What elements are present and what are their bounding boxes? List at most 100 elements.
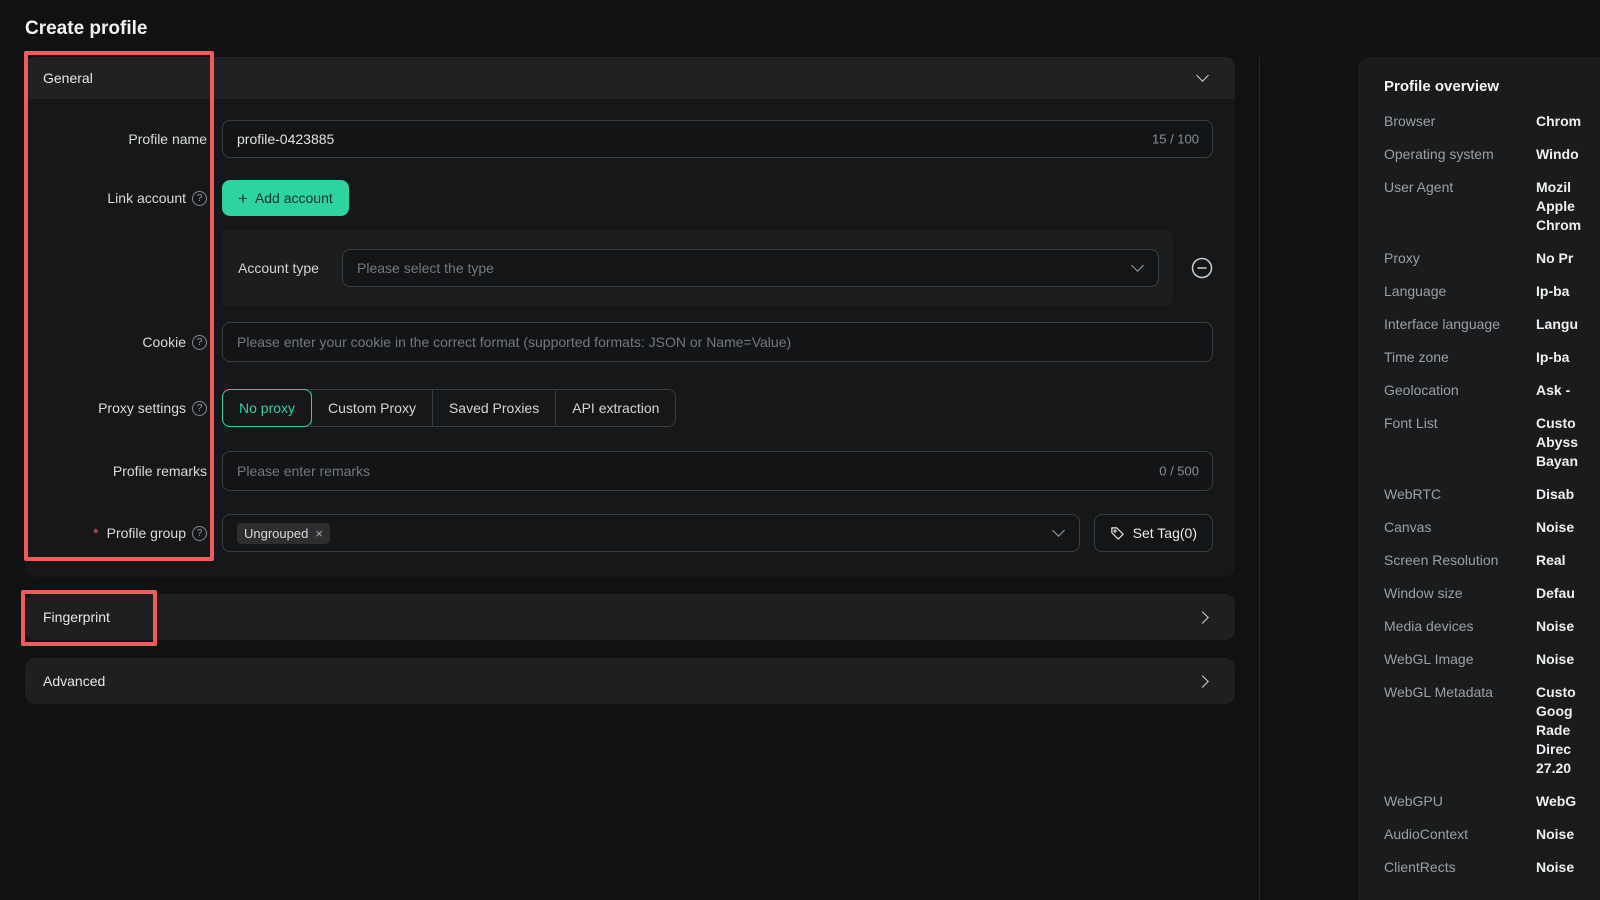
plus-icon: + [238, 190, 248, 207]
overview-row-label: Time zone [1384, 348, 1536, 367]
overview-row-label: WebGL Metadata [1384, 683, 1536, 778]
help-icon[interactable]: ? [192, 191, 207, 206]
overview-row: Geolocation Ask - [1384, 381, 1600, 400]
overview-row: Operating system Windo [1384, 145, 1600, 164]
profile-remarks-input[interactable] [222, 451, 1213, 491]
overview-row: WebGL Metadata Custo Goog Rade Direc 27.… [1384, 683, 1600, 778]
add-account-button-label: Add account [255, 190, 333, 206]
overview-row: Canvas Noise [1384, 518, 1600, 537]
overview-row-value: Disab [1536, 485, 1574, 504]
set-tag-button[interactable]: Set Tag(0) [1094, 514, 1213, 552]
chevron-down-icon [1052, 524, 1065, 537]
overview-row-label: User Agent [1384, 178, 1536, 235]
profile-remarks-counter: 0 / 500 [1159, 464, 1199, 479]
profile-overview-panel: Profile overview Browser Chrom Operating… [1358, 57, 1600, 900]
overview-row-label: Language [1384, 282, 1536, 301]
overview-row-value: Chrom [1536, 112, 1581, 131]
overview-row-label: Operating system [1384, 145, 1536, 164]
overview-row: User Agent Mozil Apple Chrom [1384, 178, 1600, 235]
cookie-label: Cookie ? [25, 334, 207, 350]
profile-name-label-text: Profile name [128, 131, 207, 147]
help-icon[interactable]: ? [192, 526, 207, 541]
overview-row-value: Windo [1536, 145, 1579, 164]
proxy-settings-label: Proxy settings ? [25, 400, 207, 416]
cookie-label-text: Cookie [142, 334, 186, 350]
overview-row-label: Screen Resolution [1384, 551, 1536, 570]
chevron-down-icon [1196, 69, 1209, 82]
overview-row-value: Noise [1536, 650, 1574, 669]
tag-icon [1110, 526, 1125, 541]
overview-row: WebRTC Disab [1384, 485, 1600, 504]
overview-row-label: WebGPU [1384, 792, 1536, 811]
overview-row-label: WebGL Image [1384, 650, 1536, 669]
proxy-tab-group: No proxy Custom Proxy Saved Proxies API … [222, 389, 676, 427]
section-header-general[interactable]: General [25, 57, 1235, 99]
account-panel: Account type Please select the type [222, 230, 1173, 306]
set-tag-button-label: Set Tag(0) [1133, 525, 1197, 541]
overview-row-value: Noise [1536, 518, 1574, 537]
overview-row: WebGL Image Noise [1384, 650, 1600, 669]
section-label-fingerprint: Fingerprint [43, 609, 110, 625]
row-proxy-settings: Proxy settings ? No proxy Custom Proxy S… [25, 389, 1235, 427]
overview-row: Interface language Langu [1384, 315, 1600, 334]
row-profile-name: Profile name 15 / 100 [25, 120, 1235, 158]
proxy-tab-api-extraction[interactable]: API extraction [555, 390, 675, 426]
account-type-placeholder: Please select the type [357, 260, 494, 276]
overview-row-value: Ip-ba [1536, 282, 1569, 301]
group-chip-label: Ungrouped [244, 526, 308, 541]
proxy-tab-custom-proxy[interactable]: Custom Proxy [311, 390, 432, 426]
row-link-account: Link account ? + Add account [25, 180, 1235, 216]
account-type-select[interactable]: Please select the type [342, 249, 1159, 287]
overview-row-value: WebG [1536, 792, 1576, 811]
overview-row: Screen Resolution Real [1384, 551, 1600, 570]
section-header-advanced[interactable]: Advanced [25, 658, 1235, 704]
overview-row-label: Canvas [1384, 518, 1536, 537]
overview-row-label: ClientRects [1384, 858, 1536, 877]
overview-row-value: Custo Abyss Bayan [1536, 414, 1578, 471]
cookie-input[interactable] [222, 322, 1213, 362]
overview-row-label: Window size [1384, 584, 1536, 603]
help-icon[interactable]: ? [192, 335, 207, 350]
row-cookie: Cookie ? [25, 322, 1235, 362]
overview-row: ClientRects Noise [1384, 858, 1600, 877]
overview-row-value: Real [1536, 551, 1566, 570]
row-account-type: Account type Please select the type [25, 230, 1235, 306]
close-icon[interactable]: × [315, 527, 323, 540]
overview-row: Media devices Noise [1384, 617, 1600, 636]
overview-row-value: Ip-ba [1536, 348, 1569, 367]
vertical-divider [1259, 57, 1260, 900]
group-chip-ungrouped[interactable]: Ungrouped × [237, 523, 330, 544]
overview-row-value: Langu [1536, 315, 1578, 334]
chevron-right-icon [1196, 675, 1209, 688]
overview-row-value: Noise [1536, 617, 1574, 636]
profile-remarks-label: Profile remarks [25, 463, 207, 479]
profile-group-label: * Profile group ? [25, 525, 207, 541]
row-profile-group: * Profile group ? Ungrouped × Set Tag(0) [25, 514, 1235, 552]
proxy-tab-no-proxy[interactable]: No proxy [222, 389, 312, 427]
minus-circle-icon [1191, 257, 1213, 279]
overview-row-label: AudioContext [1384, 825, 1536, 844]
required-asterisk: * [93, 525, 98, 541]
remove-account-button[interactable] [1191, 257, 1213, 279]
add-account-button[interactable]: + Add account [222, 180, 349, 216]
profile-group-select[interactable]: Ungrouped × [222, 514, 1080, 552]
overview-row-value: Ask - [1536, 381, 1570, 400]
overview-row-label: WebRTC [1384, 485, 1536, 504]
section-header-fingerprint[interactable]: Fingerprint [25, 594, 1235, 640]
profile-remarks-label-text: Profile remarks [113, 463, 207, 479]
profile-name-input[interactable] [222, 120, 1213, 158]
overview-row: Window size Defau [1384, 584, 1600, 603]
section-label-advanced: Advanced [43, 673, 105, 689]
help-icon[interactable]: ? [192, 401, 207, 416]
overview-row-value: No Pr [1536, 249, 1573, 268]
profile-name-counter: 15 / 100 [1152, 132, 1199, 147]
proxy-settings-label-text: Proxy settings [98, 400, 186, 416]
section-label-general: General [43, 70, 93, 86]
profile-name-label: Profile name [25, 131, 207, 147]
overview-row-value: Mozil Apple Chrom [1536, 178, 1581, 235]
proxy-tab-saved-proxies[interactable]: Saved Proxies [432, 390, 555, 426]
overview-row-value: Noise [1536, 858, 1574, 877]
account-type-label: Account type [238, 260, 342, 276]
overview-row-label: Media devices [1384, 617, 1536, 636]
link-account-label-text: Link account [107, 190, 186, 206]
